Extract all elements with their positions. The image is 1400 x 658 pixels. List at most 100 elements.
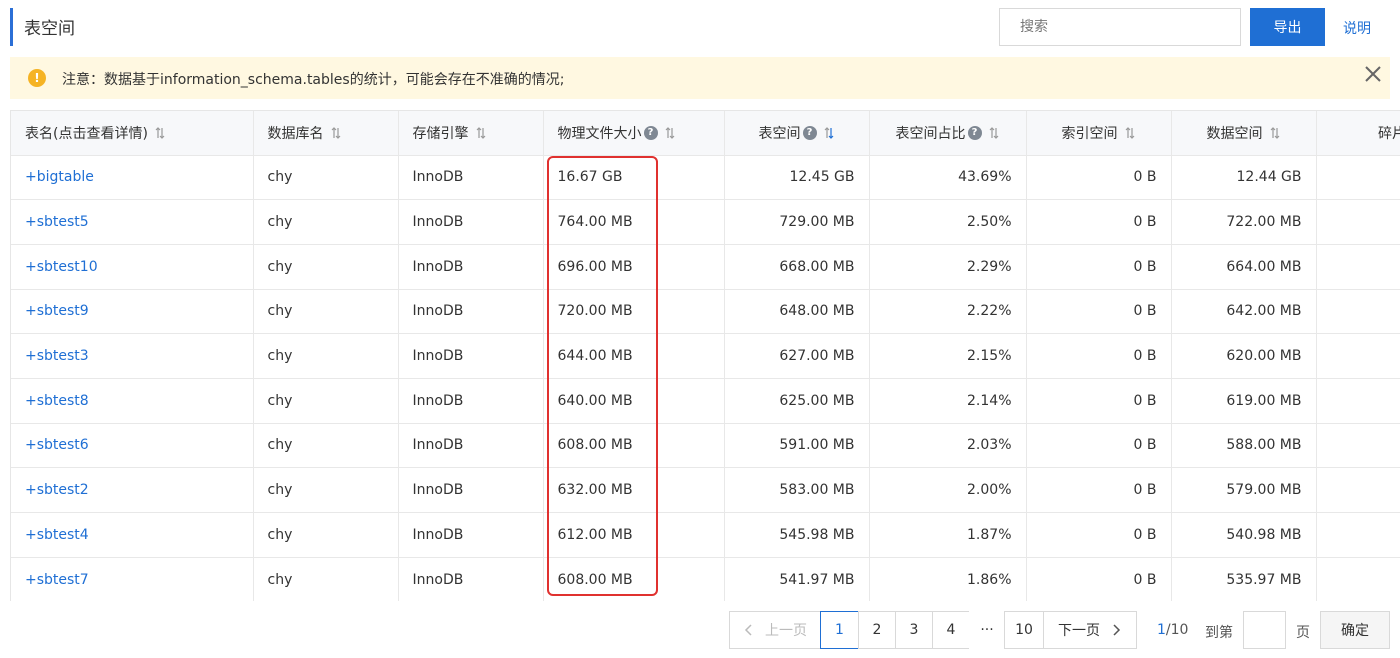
table-row: +sbtest4 chy InnoDB 612.00 MB 545.98 MB 1.87%…: [11, 512, 1400, 558]
sort-icon[interactable]: [154, 126, 166, 140]
cell-engine: InnoDB: [398, 467, 544, 513]
cell-ratio: 2.50%: [869, 199, 1027, 245]
confirm-button[interactable]: 确定: [1320, 611, 1390, 649]
cell-index: 0 B: [1026, 155, 1172, 201]
cell-ratio: 2.03%: [869, 423, 1027, 469]
column-header[interactable]: 碎片率: [1316, 111, 1400, 156]
current-page: 1: [1157, 622, 1166, 638]
cell-physical: 16.67 GB: [543, 155, 725, 201]
column-header-label: 数据库名: [267, 125, 324, 142]
table-name-link[interactable]: +sbtest8: [25, 393, 89, 409]
help-link[interactable]: 说明: [1343, 18, 1371, 38]
column-header-label: 存储引擎: [412, 125, 469, 142]
cell-index: 0 B: [1026, 244, 1172, 290]
cell-db: chy: [253, 557, 399, 601]
cell-data: 664.00 MB: [1171, 244, 1317, 290]
close-icon[interactable]: [1360, 61, 1386, 87]
column-header[interactable]: 存储引擎: [398, 111, 544, 156]
next-page-button[interactable]: 下一页: [1043, 611, 1137, 649]
cell-index: 0 B: [1026, 467, 1172, 513]
cell-data: 540.98 MB: [1171, 512, 1317, 558]
column-header[interactable]: 数据库名: [253, 111, 399, 156]
alert-message: 注意：数据基于information_schema.tables的统计，可能会存…: [62, 72, 565, 88]
page-unit-label: 页: [1296, 625, 1310, 641]
cell-name: +sbtest8: [11, 378, 254, 424]
column-header[interactable]: 表空间占比?: [869, 111, 1027, 156]
page-1-button[interactable]: 1: [820, 611, 859, 649]
table-name-link[interactable]: +sbtest4: [25, 527, 89, 543]
warning-icon: !: [28, 69, 46, 87]
cell-ratio: 1.87%: [869, 512, 1027, 558]
cell-name: +bigtable: [11, 155, 254, 201]
cell-engine: InnoDB: [398, 155, 544, 201]
column-header[interactable]: 表空间?: [724, 111, 870, 156]
sort-icon[interactable]: [330, 126, 342, 140]
cell-index: 0 B: [1026, 333, 1172, 379]
cell-ratio: 2.00%: [869, 467, 1027, 513]
cell-ratio: 2.14%: [869, 378, 1027, 424]
cell-physical: 640.00 MB: [543, 378, 725, 424]
prev-page-button[interactable]: 上一页: [729, 611, 821, 649]
cell-engine: InnoDB: [398, 557, 544, 601]
column-header-label: 索引空间: [1061, 125, 1118, 142]
export-button[interactable]: 导出: [1250, 8, 1325, 46]
table-row: +sbtest3 chy InnoDB 644.00 MB 627.00 MB 2.15%…: [11, 333, 1400, 379]
total-pages: /10: [1165, 622, 1189, 638]
column-header-label: 表空间占比: [895, 125, 966, 142]
cell-db: chy: [253, 289, 399, 335]
goto-page-input[interactable]: [1243, 611, 1286, 649]
column-header[interactable]: 表名(点击查看详情): [11, 111, 254, 156]
cell-data: 579.00 MB: [1171, 467, 1317, 513]
page-4-button[interactable]: 4: [932, 611, 970, 649]
help-icon[interactable]: ?: [967, 125, 982, 140]
column-header-label: 表名(点击查看详情): [25, 125, 148, 142]
table-name-link[interactable]: +sbtest5: [25, 214, 89, 230]
sort-icon[interactable]: [1269, 126, 1281, 140]
cell-engine: InnoDB: [398, 333, 544, 379]
table-name-link[interactable]: +sbtest2: [25, 482, 89, 498]
column-header-label: 表空间: [758, 125, 801, 142]
cell-data: 619.00 MB: [1171, 378, 1317, 424]
cell-tablespace: 541.97 MB: [724, 557, 870, 601]
column-header[interactable]: 索引空间: [1026, 111, 1172, 156]
sort-icon[interactable]: [475, 126, 487, 140]
help-icon[interactable]: ?: [643, 125, 658, 140]
help-icon[interactable]: ?: [802, 125, 817, 140]
sort-icon[interactable]: [988, 126, 1000, 140]
cell-data: 722.00 MB: [1171, 199, 1317, 245]
table-row: +sbtest10 chy InnoDB 696.00 MB 668.00 MB 2.29…: [11, 244, 1400, 290]
table-name-link[interactable]: +sbtest9: [25, 303, 89, 319]
table-name-link[interactable]: +sbtest10: [25, 259, 98, 275]
table-row: +sbtest6 chy InnoDB 608.00 MB 591.00 MB 2.03%…: [11, 423, 1400, 469]
cell-ratio: 2.22%: [869, 289, 1027, 335]
cell-physical: 720.00 MB: [543, 289, 725, 335]
page-10-button[interactable]: 10: [1004, 611, 1044, 649]
cell-fragmentation: [1316, 423, 1400, 469]
page-3-button[interactable]: 3: [895, 611, 933, 649]
table-name-link[interactable]: +bigtable: [25, 169, 94, 185]
sort-icon[interactable]: [823, 126, 835, 140]
page-2-button[interactable]: 2: [858, 611, 896, 649]
column-header[interactable]: 数据空间: [1171, 111, 1317, 156]
cell-index: 0 B: [1026, 512, 1172, 558]
cell-db: chy: [253, 378, 399, 424]
search-input[interactable]: [999, 8, 1241, 46]
sort-icon[interactable]: [664, 126, 676, 140]
cell-physical: 644.00 MB: [543, 333, 725, 379]
cell-data: 12.44 GB: [1171, 155, 1317, 201]
cell-fragmentation: [1316, 244, 1400, 290]
sort-icon[interactable]: [1124, 126, 1136, 140]
page-ellipsis[interactable]: ···: [969, 611, 1005, 649]
cell-engine: InnoDB: [398, 244, 544, 290]
column-header[interactable]: 物理文件大小?: [543, 111, 725, 156]
warning-alert: ! 注意：数据基于information_schema.tables的统计，可能…: [10, 57, 1390, 99]
cell-tablespace: 12.45 GB: [724, 155, 870, 201]
table-name-link[interactable]: +sbtest3: [25, 348, 89, 364]
cell-name: +sbtest10: [11, 244, 254, 290]
table-row: +sbtest2 chy InnoDB 632.00 MB 583.00 MB 2.00%…: [11, 467, 1400, 513]
table-name-link[interactable]: +sbtest7: [25, 572, 89, 588]
cell-db: chy: [253, 333, 399, 379]
cell-db: chy: [253, 244, 399, 290]
cell-name: +sbtest5: [11, 199, 254, 245]
table-name-link[interactable]: +sbtest6: [25, 437, 89, 453]
